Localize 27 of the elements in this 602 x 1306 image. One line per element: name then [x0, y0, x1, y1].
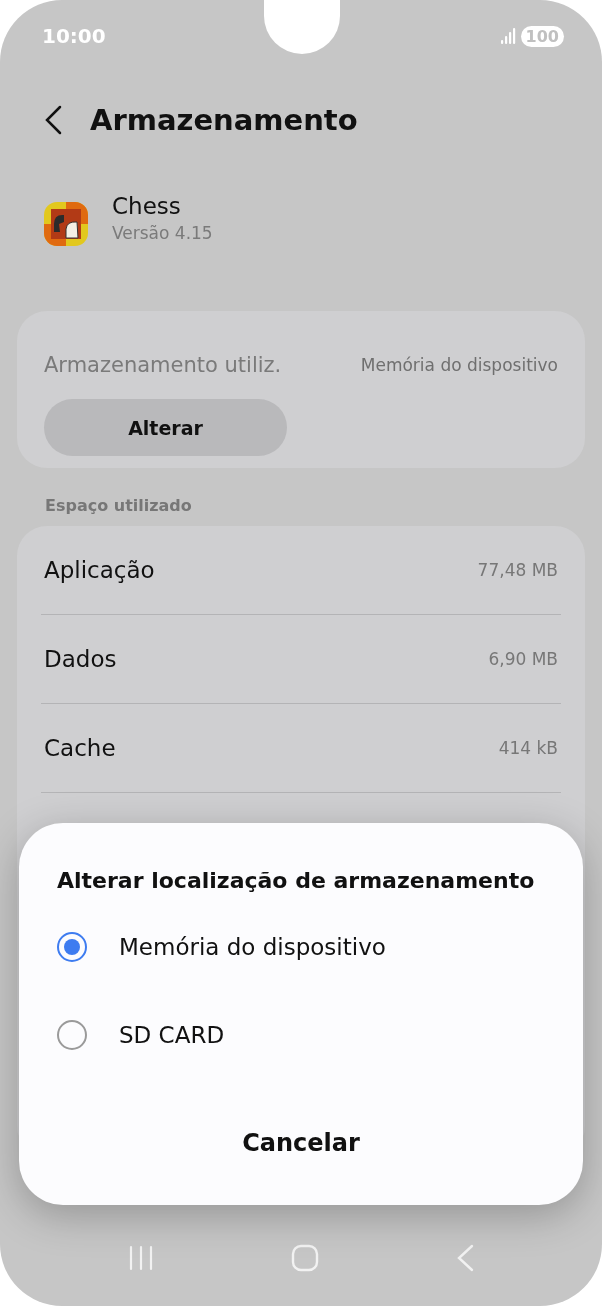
row-value: 414 kB [498, 738, 558, 758]
storage-used-label: Armazenamento utiliz. [44, 353, 282, 377]
app-version: Versão 4.15 [112, 223, 213, 243]
option-label[interactable]: Memória do dispositivo [119, 934, 386, 960]
row-value: 77,48 MB [477, 560, 558, 580]
section-heading: Espaço utilizado [45, 496, 193, 516]
recent-apps-icon[interactable] [128, 1245, 155, 1271]
back-nav-icon[interactable] [455, 1244, 474, 1272]
option-label[interactable]: SD CARD [119, 1022, 225, 1048]
radio-button[interactable] [57, 932, 87, 962]
status-time: 10:00 [42, 24, 106, 48]
page-title: Armazenamento [90, 103, 358, 137]
dialog-title: Alterar localização de armazenamento [57, 867, 536, 895]
chess-app-icon [44, 202, 88, 246]
cancel-button[interactable]: Cancelar [232, 1125, 370, 1161]
change-button[interactable]: Alterar [44, 399, 287, 456]
row-label: Dados [44, 646, 117, 672]
home-icon[interactable] [291, 1244, 319, 1272]
row-label: Cache [44, 735, 116, 761]
back-icon[interactable] [44, 105, 62, 135]
app-name: Chess [112, 193, 182, 219]
storage-location-value: Memória do dispositivo [360, 355, 558, 375]
radio-button[interactable] [57, 1020, 87, 1050]
row-label: Aplicação [44, 557, 155, 583]
signal-icon [500, 28, 517, 44]
battery-indicator: 100 [520, 25, 564, 47]
row-value: 6,90 MB [488, 649, 558, 669]
